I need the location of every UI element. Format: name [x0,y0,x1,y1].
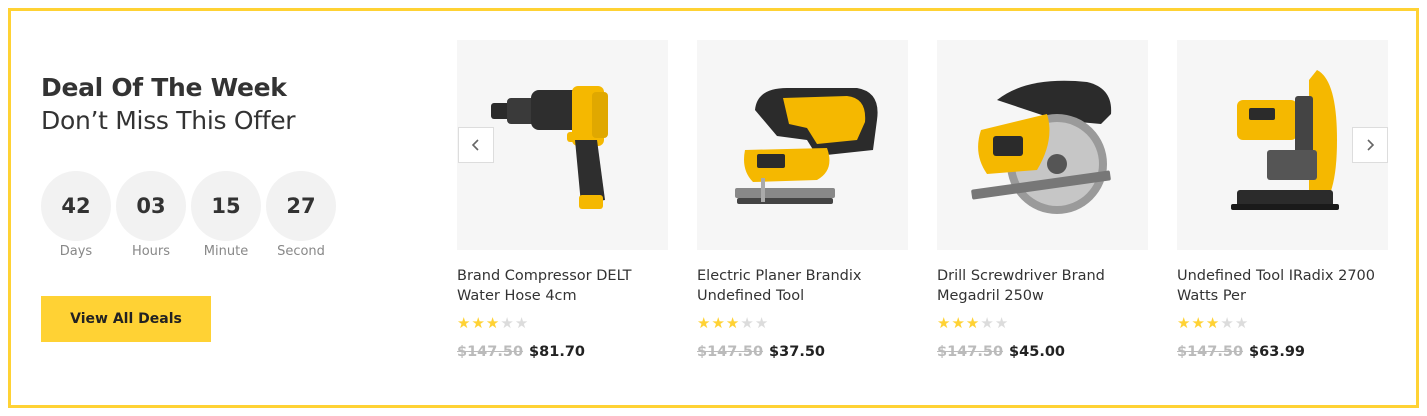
countdown-seconds-value: 27 [266,171,336,241]
product-price: $147.50 $37.50 [697,344,908,360]
countdown-hours-value: 03 [116,171,186,241]
chevron-left-icon [471,139,479,151]
carousel-prev-button[interactable] [458,127,494,163]
current-price: $45.00 [1009,344,1066,360]
countdown-seconds-label: Second [277,244,325,259]
product-card[interactable]: Electric Planer Brandix Undefined Tool ★… [697,40,908,360]
circular-saw-image[interactable] [937,40,1148,250]
deal-title: Deal Of The Week [41,73,287,102]
old-price: $147.50 [457,344,524,360]
carousel-next-button[interactable] [1352,127,1388,163]
product-name[interactable]: Brand Compressor DELT Water Hose 4cm [457,266,668,306]
star-filled-icon: ★ [725,315,740,332]
countdown-minutes: 15 Minute [191,171,261,259]
product-card[interactable]: Brand Compressor DELT Water Hose 4cm ★ ★… [457,40,668,360]
countdown-hours-label: Hours [131,244,171,259]
product-price: $147.50 $45.00 [937,344,1148,360]
product-card[interactable]: Drill Screwdriver Brand Megadril 250w ★ … [937,40,1148,360]
star-filled-icon: ★ [711,315,725,332]
old-price: $147.50 [697,344,764,360]
star-empty-icon: ★ [740,315,754,332]
star-filled-icon: ★ [1205,315,1220,332]
current-price: $81.70 [529,344,586,360]
deal-subtitle: Don’t Miss This Offer [41,106,296,135]
star-empty-icon: ★ [754,315,769,332]
countdown-seconds: 27 Second [266,171,336,259]
countdown-minutes-value: 15 [191,171,261,241]
star-filled-icon: ★ [1177,315,1191,332]
product-name[interactable]: Undefined Tool IRadix 2700 Watts Per [1177,266,1388,306]
countdown-days: 42 Days [41,171,111,259]
product-rating: ★ ★ ★ ★ ★ [457,316,668,332]
product-name[interactable]: Drill Screwdriver Brand Megadril 250w [937,266,1148,306]
star-filled-icon: ★ [965,315,980,332]
product-price: $147.50 $81.70 [457,344,668,360]
chevron-right-icon [1367,139,1375,151]
product-price: $147.50 $63.99 [1177,344,1388,360]
countdown-timer: 42 Days 03 Hours 15 Minute 27 Second [41,171,336,259]
countdown-minutes-label: Minute [203,244,249,259]
star-filled-icon: ★ [1191,315,1205,332]
product-name[interactable]: Electric Planer Brandix Undefined Tool [697,266,908,306]
star-filled-icon: ★ [485,315,500,332]
star-filled-icon: ★ [697,315,711,332]
countdown-hours: 03 Hours [116,171,186,259]
deal-heading: Deal Of The Week Don’t Miss This Offer [41,72,361,138]
countdown-days-value: 42 [41,171,111,241]
view-all-deals-button[interactable]: View All Deals [41,296,211,342]
product-rating: ★ ★ ★ ★ ★ [697,316,908,332]
old-price: $147.50 [937,344,1004,360]
current-price: $63.99 [1249,344,1306,360]
star-filled-icon: ★ [937,315,951,332]
product-card[interactable]: Undefined Tool IRadix 2700 Watts Per ★ ★… [1177,40,1388,360]
star-empty-icon: ★ [1234,315,1249,332]
star-empty-icon: ★ [1220,315,1234,332]
countdown-days-label: Days [59,244,93,259]
jigsaw-image[interactable] [697,40,908,250]
old-price: $147.50 [1177,344,1244,360]
product-rating: ★ ★ ★ ★ ★ [937,316,1148,332]
star-filled-icon: ★ [951,315,965,332]
star-filled-icon: ★ [471,315,485,332]
star-empty-icon: ★ [994,315,1009,332]
star-empty-icon: ★ [500,315,514,332]
current-price: $37.50 [769,344,826,360]
star-empty-icon: ★ [980,315,994,332]
star-empty-icon: ★ [514,315,529,332]
product-rating: ★ ★ ★ ★ ★ [1177,316,1388,332]
star-filled-icon: ★ [457,315,471,332]
